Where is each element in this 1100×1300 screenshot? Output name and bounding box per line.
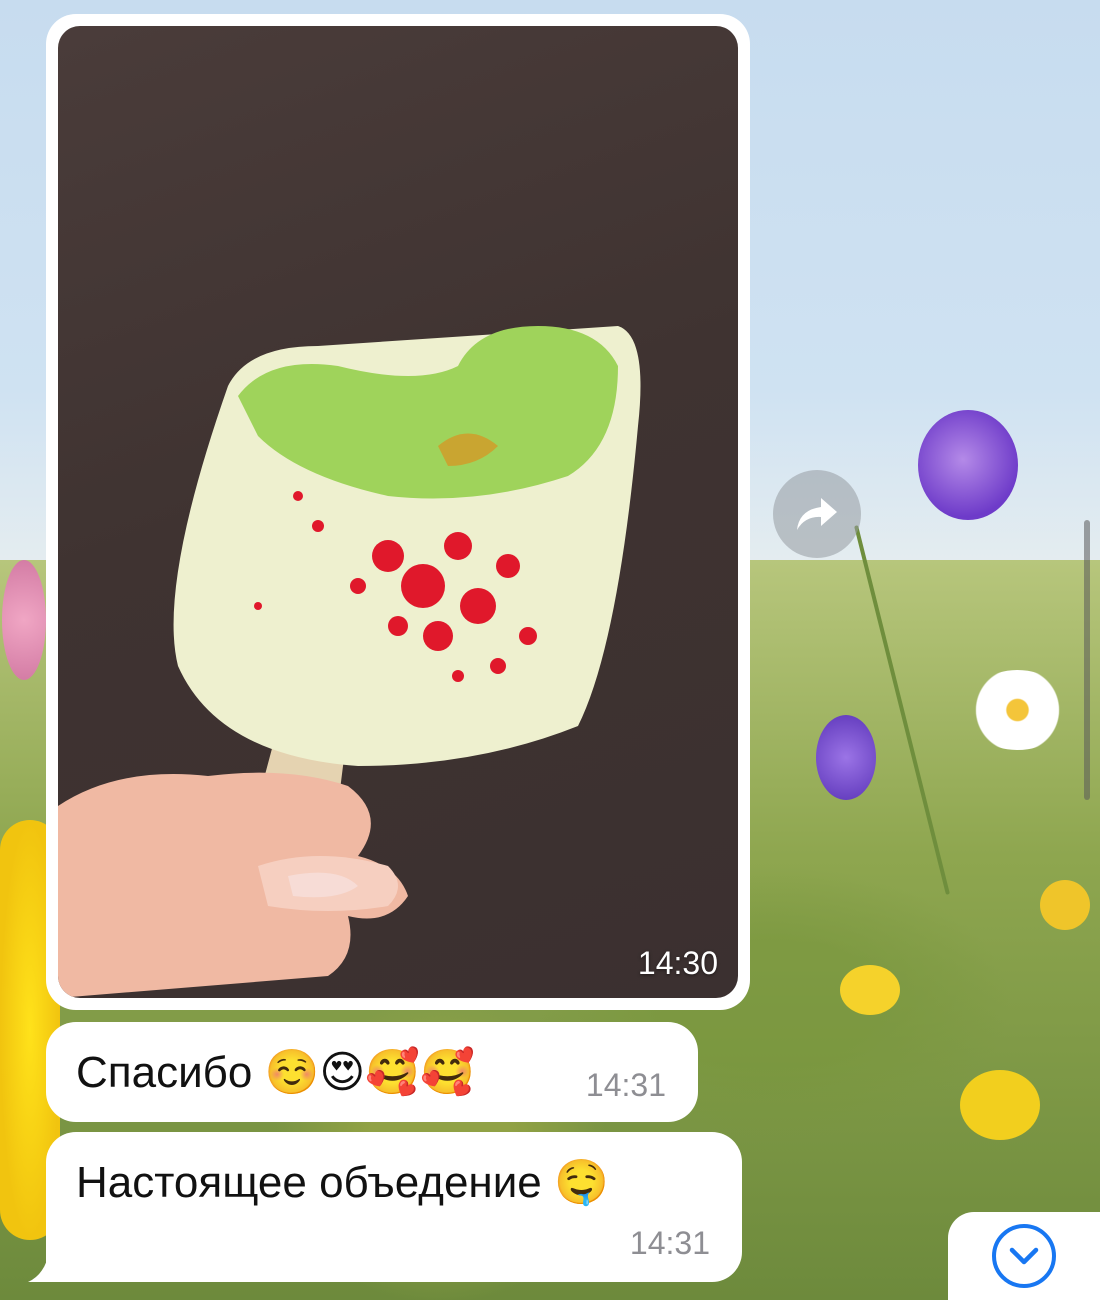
popsicle-photo[interactable]: 14:30 (58, 26, 738, 998)
chevron-down-circle-icon (992, 1224, 1056, 1288)
pink-flower (2, 560, 46, 680)
message-timestamp: 14:31 (585, 1067, 666, 1103)
message-bubble[interactable]: Спасибо ☺️😍🥰🥰 14:31 (46, 1022, 698, 1122)
forward-arrow-icon (797, 498, 837, 530)
message-text: Настоящее объедение 🤤 (76, 1156, 609, 1208)
yellow-flower (960, 1070, 1040, 1140)
message-text-content: Спасибо (76, 1048, 253, 1097)
purple-flower (816, 715, 876, 800)
message-text: Спасибо ☺️😍🥰🥰 (76, 1046, 475, 1098)
popsicle-illustration (58, 326, 641, 998)
yellow-flower (840, 965, 900, 1015)
message-timestamp: 14:31 (629, 1225, 710, 1261)
message-bubble[interactable]: Настоящее объедение 🤤 14:31 (46, 1132, 742, 1282)
bubble-tail (28, 1248, 64, 1282)
yellow-flower (1040, 880, 1090, 930)
purple-flower (918, 410, 1018, 520)
message-emoji: 🤤 (554, 1157, 609, 1208)
photo-timestamp: 14:30 (637, 945, 718, 981)
forward-button[interactable] (773, 470, 861, 558)
message-emoji: ☺️😍🥰🥰 (264, 1047, 475, 1098)
message-text-content: Настоящее объедение (76, 1158, 542, 1207)
scroll-to-bottom-button[interactable] (948, 1212, 1100, 1300)
photo-message-bubble[interactable]: 14:30 (46, 14, 750, 1010)
daisy-flower (965, 670, 1070, 750)
scrollbar[interactable] (1084, 520, 1090, 800)
